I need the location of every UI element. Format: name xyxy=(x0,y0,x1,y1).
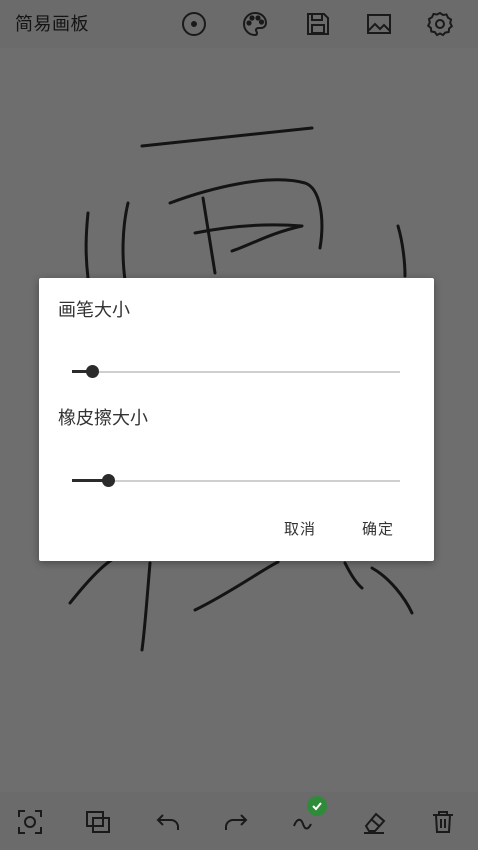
slider-track xyxy=(72,480,400,482)
cancel-button[interactable]: 取消 xyxy=(284,518,316,539)
modal-overlay: 画笔大小 橡皮擦大小 取消 确定 xyxy=(0,0,478,850)
eraser-size-label: 橡皮擦大小 xyxy=(58,408,148,429)
slider-thumb[interactable] xyxy=(102,474,116,487)
slider-thumb[interactable] xyxy=(85,365,99,378)
size-dialog: 画笔大小 橡皮擦大小 取消 确定 xyxy=(39,278,434,561)
pen-size-slider[interactable] xyxy=(72,360,400,384)
eraser-size-slider[interactable] xyxy=(72,469,400,493)
slider-track xyxy=(72,371,400,373)
confirm-button[interactable]: 确定 xyxy=(362,518,394,539)
pen-size-label: 画笔大小 xyxy=(58,300,130,321)
